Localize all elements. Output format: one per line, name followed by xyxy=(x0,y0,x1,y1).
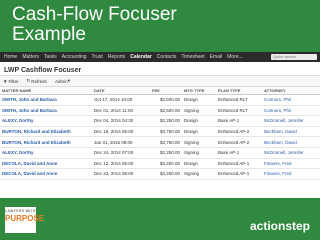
slide-title-line2: Example xyxy=(12,24,86,45)
mtg-type-cell: Signing xyxy=(182,105,216,117)
date-cell: Oct 17, 2014 10:00 xyxy=(92,94,150,106)
plan-type-cell: Base AP-1 xyxy=(216,115,262,127)
attorney-cell[interactable]: Connors, Phil xyxy=(262,94,320,106)
fee-cell: $3,250.00 xyxy=(150,158,182,170)
column-header-attorney[interactable]: ATTORNEY xyxy=(262,87,320,95)
nav-item-timesheet[interactable]: Timesheet xyxy=(181,54,204,60)
slide-title: Cash-Flow Focuser Example xyxy=(12,5,177,45)
date-cell: Dec 01, 2014 11:00 xyxy=(92,105,150,117)
attorney-cell[interactable]: Beckham, David xyxy=(262,126,320,138)
matter-name-cell[interactable]: DECOLA, David and Anne xyxy=(0,158,92,170)
admin-label: Admin xyxy=(55,78,68,84)
filter-icon: ▼ xyxy=(3,78,8,84)
nav-item-more[interactable]: More... xyxy=(227,54,243,60)
table-header-row: MATTER NAME DATE FEE MTG TYPE PLAN TYPE … xyxy=(0,87,320,95)
table-row: DECOLA, David and Anne Dec 12, 2014 05:0… xyxy=(0,158,320,170)
nav-item-calendar[interactable]: Calendar xyxy=(130,54,151,60)
date-cell: Dec 19, 2014 05:00 xyxy=(92,126,150,138)
table-row: ALEXY, Dorthy Dec 24, 2014 07:00 $2,250.… xyxy=(0,147,320,159)
filter-label: Filter xyxy=(8,78,19,84)
date-cell: Dec 04, 2014 04:30 xyxy=(92,115,150,127)
nav-item-trust[interactable]: Trust xyxy=(92,54,103,60)
table-row: ALEXY, Dorthy Dec 04, 2014 04:30 $2,250.… xyxy=(0,115,320,127)
fee-cell: $3,750.00 xyxy=(150,136,182,148)
attorney-cell[interactable]: McDonnell, Jennifer xyxy=(262,115,320,127)
table-row: BURTON, Richard and Elizabeth Dec 19, 20… xyxy=(0,126,320,138)
nav-item-reports[interactable]: Reports xyxy=(108,54,126,60)
fee-cell: $2,250.00 xyxy=(150,147,182,159)
nav-item-matters[interactable]: Matters xyxy=(22,54,39,60)
slide-title-line1: Cash-Flow Focuser xyxy=(12,4,177,25)
date-cell: Dec 23, 2014 06:00 xyxy=(92,168,150,180)
cashflow-table: MATTER NAME DATE FEE MTG TYPE PLAN TYPE … xyxy=(0,87,320,180)
fee-cell: $3,250.00 xyxy=(150,168,182,180)
actionstep-logo: actionstep xyxy=(250,219,311,233)
lawyers-with-purpose-logo: LAWYERS WITH PURPOSE xyxy=(5,207,45,233)
column-header-fee[interactable]: FEE xyxy=(150,87,182,95)
plan-type-cell: Enhanced AP-2 xyxy=(216,126,262,138)
refresh-button[interactable]: ↻ Refresh xyxy=(26,78,47,84)
nav-item-contacts[interactable]: Contacts xyxy=(157,54,177,60)
mtg-type-cell: Signing xyxy=(182,136,216,148)
refresh-icon: ↻ xyxy=(26,78,31,83)
nav-item-tasks[interactable]: Tasks xyxy=(44,54,57,60)
nav-item-home[interactable]: Home xyxy=(4,54,17,60)
attorney-cell[interactable]: Flowers, Fred xyxy=(262,168,320,180)
admin-button[interactable]: Admin ▾ xyxy=(55,78,71,84)
attorney-cell[interactable]: Connors, Phil xyxy=(262,105,320,117)
matter-name-cell[interactable]: BURTON, Richard and Elizabeth xyxy=(0,126,92,138)
table-row: SMITH, John and Barbara Oct 17, 2014 10:… xyxy=(0,94,320,106)
attorney-cell[interactable]: McDonnell, Jennifer xyxy=(262,147,320,159)
plan-type-cell: Enhanced RLT xyxy=(216,105,262,117)
matter-name-cell[interactable]: SMITH, John and Barbara xyxy=(0,94,92,106)
matter-name-cell[interactable]: SMITH, John and Barbara xyxy=(0,105,92,117)
plan-type-cell: Base AP-1 xyxy=(216,147,262,159)
date-cell: Jan 01, 2015 08:00 xyxy=(92,136,150,148)
fee-cell: $2,500.00 xyxy=(150,105,182,117)
refresh-label: Refresh xyxy=(31,78,48,84)
date-cell: Dec 24, 2014 07:00 xyxy=(92,147,150,159)
plan-type-cell: Enhanced AP-1 xyxy=(216,158,262,170)
filter-button[interactable]: ▼ Filter xyxy=(3,79,18,84)
mtg-type-cell: Design xyxy=(182,126,216,138)
mtg-type-cell: Signing xyxy=(182,147,216,159)
mtg-type-cell: Design xyxy=(182,115,216,127)
matter-name-cell[interactable]: ALEXY, Dorthy xyxy=(0,147,92,159)
column-header-plan-type[interactable]: PLAN TYPE xyxy=(216,87,262,95)
app-window: Home Matters Tasks Accounting Trust Repo… xyxy=(0,52,320,198)
fee-cell: $2,500.00 xyxy=(150,94,182,106)
fee-cell: $3,750.00 xyxy=(150,126,182,138)
page-title: LWP Cashflow Focuser xyxy=(4,67,82,74)
quick-search-input[interactable] xyxy=(271,54,317,60)
fee-cell: $2,250.00 xyxy=(150,115,182,127)
date-cell: Dec 12, 2014 05:00 xyxy=(92,158,150,170)
matter-name-cell[interactable]: BURTON, Richard and Elizabeth xyxy=(0,136,92,148)
plan-type-cell: Enhanced RLT xyxy=(216,94,262,106)
matter-name-cell[interactable]: DECOLA, David and Anne xyxy=(0,168,92,180)
attorney-cell[interactable]: Beckham, David xyxy=(262,136,320,148)
attorney-cell[interactable]: Flowers, Fred xyxy=(262,158,320,170)
nav-item-email[interactable]: Email xyxy=(210,54,223,60)
table-row: SMITH, John and Barbara Dec 01, 2014 11:… xyxy=(0,105,320,117)
column-header-mtg-type[interactable]: MTG TYPE xyxy=(182,87,216,95)
mtg-type-cell: Design xyxy=(182,158,216,170)
top-nav: Home Matters Tasks Accounting Trust Repo… xyxy=(0,52,320,62)
matter-name-cell[interactable]: ALEXY, Dorthy xyxy=(0,115,92,127)
table-row: BURTON, Richard and Elizabeth Jan 01, 20… xyxy=(0,136,320,148)
chevron-down-icon: ▾ xyxy=(67,78,71,83)
plan-type-cell: Enhanced AP-2 xyxy=(216,136,262,148)
column-header-date[interactable]: DATE xyxy=(92,87,150,95)
mtg-type-cell: Design xyxy=(182,94,216,106)
column-header-matter-name[interactable]: MATTER NAME xyxy=(0,87,92,95)
logo-left-top-text: LAWYERS WITH xyxy=(5,209,36,213)
plan-type-cell: Enhanced AP-1 xyxy=(216,168,262,180)
mtg-type-cell: Signing xyxy=(182,168,216,180)
table-row: DECOLA, David and Anne Dec 23, 2014 06:0… xyxy=(0,168,320,180)
nav-item-accounting[interactable]: Accounting xyxy=(62,54,87,60)
toolbar: ▼ Filter ↻ Refresh Admin ▾ xyxy=(0,75,320,87)
logo-left-main-text: PURPOSE xyxy=(5,214,45,223)
